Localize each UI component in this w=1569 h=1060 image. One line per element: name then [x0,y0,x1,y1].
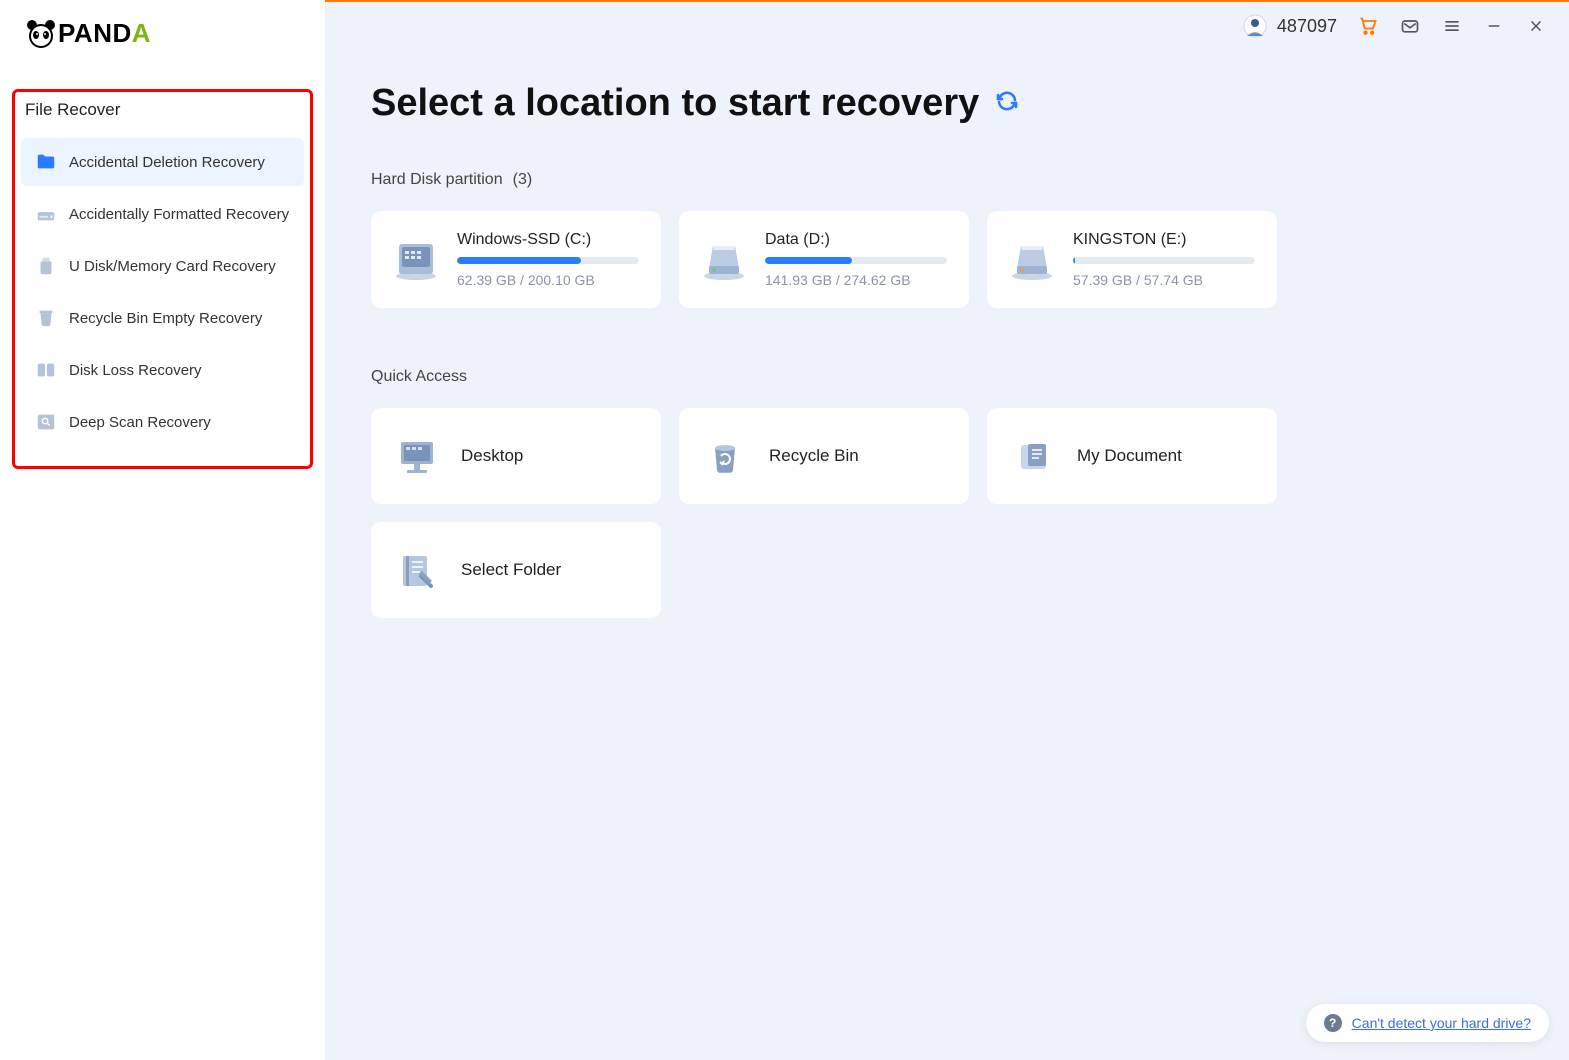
disk-usage-bar [765,257,947,264]
folder-icon [35,151,57,173]
recycle-icon [703,434,747,478]
help-link-text: Can't detect your hard drive? [1352,1015,1531,1031]
disk-card-0[interactable]: Windows-SSD (C:) 62.39 GB / 200.10 GB [371,211,661,308]
bin-icon [35,307,57,329]
drive-icon [701,238,747,282]
menu-icon[interactable] [1441,15,1463,37]
quick-card-recycle[interactable]: Recycle Bin [679,408,969,504]
disk-card-1[interactable]: Data (D:) 141.93 GB / 274.62 GB [679,211,969,308]
disk-usage-bar [1073,257,1255,264]
content: Select a location to start recovery Hard… [325,52,1569,618]
disk-size: 57.39 GB / 57.74 GB [1073,272,1255,288]
sidebar-section-title: File Recover [21,100,304,120]
quick-label: Select Folder [461,560,561,580]
desktop-icon [395,434,439,478]
sidebar-item-drive[interactable]: Accidentally Formatted Recovery [21,190,304,238]
quick-access-heading: Quick Access [371,368,1523,386]
top-accent-bar [325,0,1569,2]
sidebar-item-label: Accidentally Formatted Recovery [69,206,289,223]
user-id: 487097 [1277,16,1337,37]
drive-icon [393,238,439,282]
user-area[interactable]: 487097 [1243,14,1337,38]
disk-usage-bar [457,257,639,264]
user-avatar-icon [1243,14,1267,38]
close-icon[interactable] [1525,15,1547,37]
brand-logo: PANDA [26,18,313,49]
sidebar-item-label: Recycle Bin Empty Recovery [69,310,262,327]
refresh-icon[interactable] [995,89,1019,118]
quick-card-select-folder[interactable]: Select Folder [371,522,661,618]
panda-icon [26,19,56,49]
disk-name: Windows-SSD (C:) [457,231,639,249]
select-folder-icon [395,548,439,592]
broken-disk-icon [35,359,57,381]
sidebar-item-label: Accidental Deletion Recovery [69,154,265,171]
sidebar-item-deep-scan[interactable]: Deep Scan Recovery [21,398,304,446]
sidebar-item-broken-disk[interactable]: Disk Loss Recovery [21,346,304,394]
quick-label: My Document [1077,446,1182,466]
disk-size: 62.39 GB / 200.10 GB [457,272,639,288]
quick-label: Desktop [461,446,523,466]
sidebar-item-label: U Disk/Memory Card Recovery [69,258,276,275]
main-area: 487097 Select a location to start recove… [325,0,1569,1060]
help-question-icon: ? [1324,1014,1342,1032]
page-title: Select a location to start recovery [371,82,979,125]
disk-card-2[interactable]: KINGSTON (E:) 57.39 GB / 57.74 GB [987,211,1277,308]
sidebar-item-bin[interactable]: Recycle Bin Empty Recovery [21,294,304,342]
disk-name: KINGSTON (E:) [1073,231,1255,249]
disk-size: 141.93 GB / 274.62 GB [765,272,947,288]
quick-label: Recycle Bin [769,446,859,466]
mail-icon[interactable] [1399,15,1421,37]
drive-icon [1009,238,1055,282]
sidebar-highlight-box: File Recover Accidental Deletion Recover… [12,89,313,469]
disk-name: Data (D:) [765,231,947,249]
sidebar-item-label: Deep Scan Recovery [69,414,211,431]
quick-card-desktop[interactable]: Desktop [371,408,661,504]
partition-heading: Hard Disk partition(3) [371,171,1523,189]
brand-text: PANDA [58,18,151,49]
help-pill[interactable]: ? Can't detect your hard drive? [1306,1004,1549,1042]
sidebar-item-folder[interactable]: Accidental Deletion Recovery [21,138,304,186]
sidebar-item-usb[interactable]: U Disk/Memory Card Recovery [21,242,304,290]
cart-icon[interactable] [1357,15,1379,37]
header: 487097 [325,0,1569,52]
usb-icon [35,255,57,277]
document-icon [1011,434,1055,478]
drive-icon [35,203,57,225]
quick-card-document[interactable]: My Document [987,408,1277,504]
minimize-icon[interactable] [1483,15,1505,37]
sidebar-item-label: Disk Loss Recovery [69,362,202,379]
sidebar: PANDA File Recover Accidental Deletion R… [0,0,325,1060]
deep-scan-icon [35,411,57,433]
